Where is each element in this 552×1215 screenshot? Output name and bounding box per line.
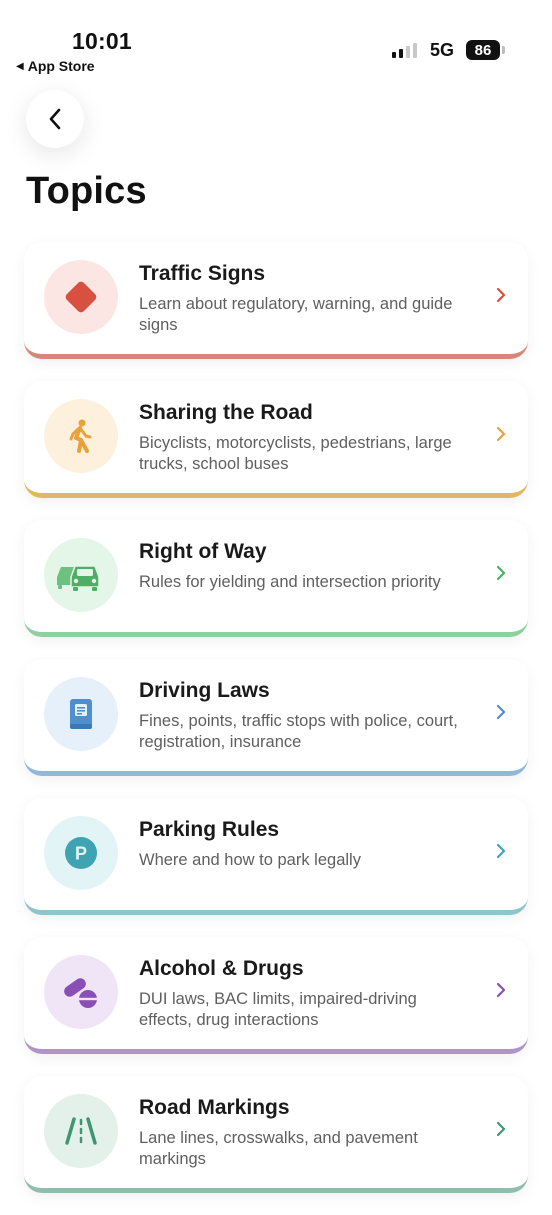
pills-icon: [64, 978, 97, 1008]
topic-card-alcohol-drugs[interactable]: Alcohol & Drugs DUI laws, BAC limits, im…: [24, 937, 528, 1054]
topic-description: Where and how to park legally: [139, 851, 361, 869]
battery-cap: [502, 46, 505, 54]
topic-icon-circle: [44, 1094, 118, 1168]
topic-description: Bicyclists, motorcyclists, pedestrians, …: [139, 434, 452, 473]
svg-text:P: P: [75, 844, 87, 864]
topic-icon-circle: [44, 677, 118, 751]
chevron-right-icon: [496, 843, 506, 859]
topic-title: Traffic Signs: [139, 262, 266, 285]
topic-card-traffic-signs[interactable]: Traffic Signs Learn about regulatory, wa…: [24, 242, 528, 359]
chevron-right-icon: [496, 704, 506, 720]
back-to-app-store-link[interactable]: ◀ App Store: [16, 58, 95, 74]
road-icon: [65, 1117, 97, 1145]
topic-icon-circle: [44, 260, 118, 334]
law-book-icon: [70, 699, 92, 729]
back-triangle-icon: ◀: [16, 60, 24, 72]
chevron-right-icon: [496, 565, 506, 581]
back-app-label: App Store: [27, 58, 95, 74]
chevron-right-icon: [496, 982, 506, 998]
topic-description: Lane lines, crosswalks, and pavement mar…: [139, 1129, 418, 1168]
topic-icon-circle: P: [44, 816, 118, 890]
topic-title: Right of Way: [139, 540, 267, 563]
topic-card-driving-laws[interactable]: Driving Laws Fines, points, traffic stop…: [24, 659, 528, 776]
topic-title: Alcohol & Drugs: [139, 957, 304, 980]
topic-title: Parking Rules: [139, 818, 280, 841]
topic-icon-circle: [44, 538, 118, 612]
chevron-left-icon: [49, 108, 61, 130]
diamond-sign-icon: [65, 281, 97, 313]
cars-icon: [57, 565, 100, 591]
topic-description: Fines, points, traffic stops with police…: [139, 712, 458, 751]
topic-title: Driving Laws: [139, 679, 270, 702]
topic-card-road-markings[interactable]: Road Markings Lane lines, crosswalks, an…: [24, 1076, 528, 1193]
topic-icon-circle: [44, 955, 118, 1029]
page-title: Topics: [26, 170, 147, 212]
topic-title: Sharing the Road: [139, 401, 313, 424]
cellular-signal-icon: [392, 42, 417, 58]
chevron-right-icon: [496, 1121, 506, 1137]
status-bar: 10:01 ◀ App Store 5G 86: [0, 0, 552, 80]
topic-icon-circle: [44, 399, 118, 473]
chevron-right-icon: [496, 287, 506, 303]
chevron-right-icon: [496, 426, 506, 442]
topic-description: Learn about regulatory, warning, and gui…: [139, 295, 453, 334]
topic-card-parking-rules[interactable]: P Parking Rules Where and how to park le…: [24, 798, 528, 915]
battery-icon: 86: [466, 40, 500, 60]
topic-card-sharing-the-road[interactable]: Sharing the Road Bicyclists, motorcyclis…: [24, 381, 528, 498]
topic-list: Traffic Signs Learn about regulatory, wa…: [24, 242, 528, 1215]
topic-card-right-of-way[interactable]: Right of Way Rules for yielding and inte…: [24, 520, 528, 637]
status-time: 10:01: [72, 28, 132, 54]
topic-description: Rules for yielding and intersection prio…: [139, 573, 441, 591]
network-type: 5G: [430, 40, 455, 60]
topic-description: DUI laws, BAC limits, impaired-driving e…: [139, 990, 417, 1029]
topic-title: Road Markings: [139, 1096, 290, 1119]
back-button[interactable]: [26, 90, 84, 148]
parking-icon: P: [65, 837, 97, 869]
pedestrian-icon: [69, 419, 92, 453]
